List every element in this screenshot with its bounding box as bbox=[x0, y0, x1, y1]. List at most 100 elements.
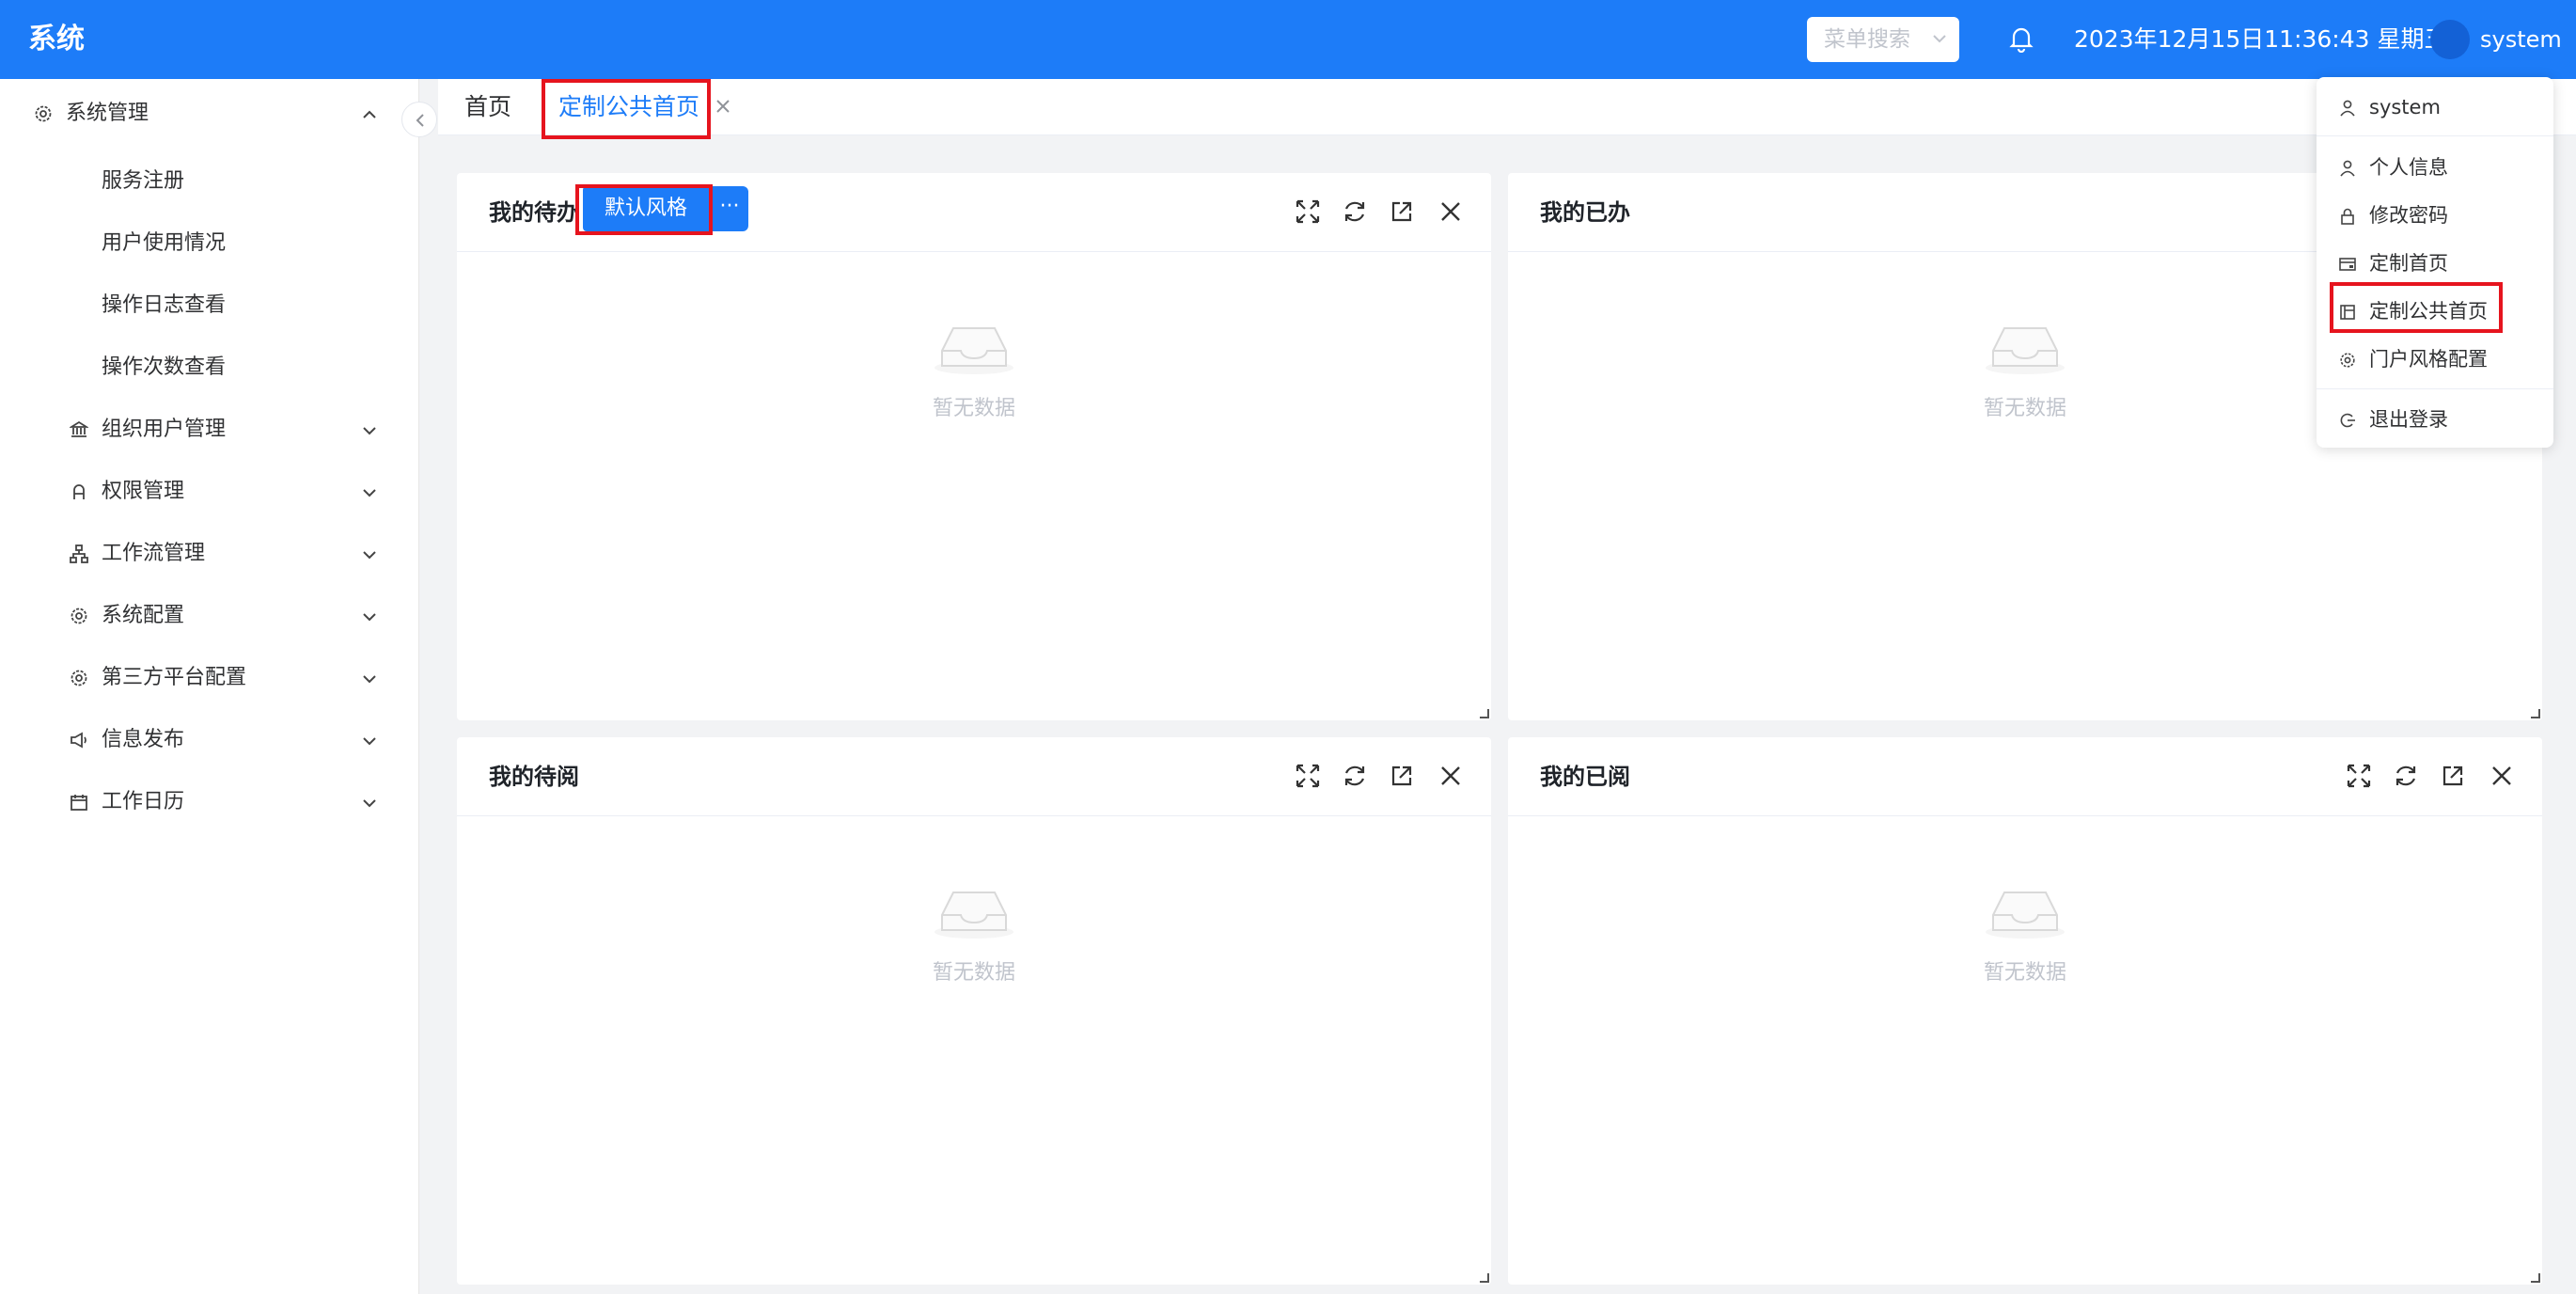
card-title: 我的待办 bbox=[489, 199, 579, 226]
sidebar-item-label: 第三方平台配置 bbox=[102, 666, 247, 689]
sidebar-subitem-service-registry[interactable]: 服务注册 bbox=[0, 153, 419, 210]
menu-item-label: 退出登录 bbox=[2369, 408, 2448, 431]
sidebar-item-label: 信息发布 bbox=[102, 728, 185, 751]
sidebar-item-label: 服务注册 bbox=[102, 169, 185, 193]
close-icon[interactable] bbox=[2490, 764, 2514, 788]
sidebar-subitem-operation-log[interactable]: 操作日志查看 bbox=[0, 277, 419, 334]
refresh-icon[interactable] bbox=[2394, 764, 2418, 788]
chevron-down-icon bbox=[361, 795, 378, 812]
sidebar-item-third-party-config[interactable]: 第三方平台配置 bbox=[0, 650, 419, 706]
highlight-box bbox=[2330, 282, 2503, 333]
more-button[interactable]: ··· bbox=[711, 186, 748, 231]
card-icon bbox=[2339, 256, 2356, 273]
refresh-icon[interactable] bbox=[1343, 764, 1367, 788]
sidebar-item-label: 系统管理 bbox=[66, 102, 149, 125]
resize-handle[interactable] bbox=[1480, 1273, 1489, 1283]
chevron-down-icon bbox=[361, 484, 378, 501]
sidebar-item-permissions[interactable]: 权限管理 bbox=[0, 464, 419, 520]
tab-home[interactable]: 首页 bbox=[464, 79, 511, 135]
sidebar-item-workflow[interactable]: 工作流管理 bbox=[0, 526, 419, 582]
chevron-down-icon bbox=[361, 546, 378, 563]
person-icon bbox=[2339, 160, 2356, 177]
empty-text: 暂无数据 bbox=[932, 397, 1015, 420]
card-header: 我的已阅 bbox=[1508, 737, 2542, 816]
chevron-down-icon bbox=[361, 422, 378, 439]
empty-inbox-icon bbox=[933, 319, 1015, 375]
open-external-icon[interactable] bbox=[1390, 199, 1414, 224]
avatar[interactable] bbox=[2430, 20, 2470, 59]
chevron-down-icon bbox=[361, 671, 378, 687]
tab-bar: 首页 定制公共首页 bbox=[438, 79, 2576, 135]
menu-item-logout[interactable]: 退出登录 bbox=[2317, 397, 2553, 442]
sidebar-item-org-users[interactable]: 组织用户管理 bbox=[0, 402, 419, 458]
sidebar-item-label: 操作日志查看 bbox=[102, 293, 227, 317]
gear-icon bbox=[70, 607, 88, 625]
megaphone-icon bbox=[70, 731, 88, 750]
menu-item-custom-home[interactable]: 定制首页 bbox=[2317, 241, 2553, 286]
card-my-read: 我的已阅 暂无数据 bbox=[1508, 737, 2542, 1285]
open-external-icon[interactable] bbox=[2441, 764, 2465, 788]
close-icon[interactable] bbox=[715, 98, 731, 115]
sidebar-item-label: 用户使用情况 bbox=[102, 231, 227, 255]
close-icon[interactable] bbox=[1438, 199, 1463, 224]
card-toolbar bbox=[1296, 199, 1465, 226]
sidebar-item-label: 组织用户管理 bbox=[102, 418, 227, 441]
lock-icon bbox=[2339, 208, 2356, 225]
menu-divider bbox=[2317, 388, 2553, 389]
card-title: 我的已办 bbox=[1540, 199, 1630, 226]
menu-divider bbox=[2317, 135, 2553, 136]
sidebar-item-label: 工作流管理 bbox=[102, 542, 206, 565]
menu-item-label: 门户风格配置 bbox=[2369, 348, 2488, 371]
resize-handle[interactable] bbox=[2531, 709, 2540, 718]
sidebar-item-label: 系统配置 bbox=[102, 604, 185, 627]
gear-icon bbox=[70, 669, 88, 687]
card-title: 我的已阅 bbox=[1540, 764, 1630, 790]
gear-icon bbox=[34, 104, 53, 123]
menu-item-label: 修改密码 bbox=[2369, 204, 2448, 227]
card-title: 我的待阅 bbox=[489, 764, 579, 790]
user-dropdown-menu: system 个人信息 修改密码 定制首页 定制公共首页 门户风格配置 退出登录 bbox=[2317, 77, 2553, 448]
sidebar-item-system-config[interactable]: 系统配置 bbox=[0, 588, 419, 644]
sidebar-subitem-user-usage[interactable]: 用户使用情况 bbox=[0, 215, 419, 272]
menu-search-select[interactable]: 菜单搜索 bbox=[1807, 17, 1959, 62]
highlight-box bbox=[542, 79, 711, 139]
chevron-down-icon bbox=[361, 733, 378, 750]
menu-item-label: system bbox=[2369, 96, 2441, 118]
empty-inbox-icon bbox=[1984, 319, 2066, 375]
bank-icon bbox=[70, 420, 88, 439]
menu-item-system[interactable]: system bbox=[2317, 85, 2553, 130]
sidebar-item-system-management[interactable]: 系统管理 bbox=[0, 86, 419, 142]
card-header: 我的待阅 bbox=[457, 737, 1491, 816]
flow-icon bbox=[70, 544, 88, 563]
menu-item-profile[interactable]: 个人信息 bbox=[2317, 145, 2553, 190]
refresh-icon[interactable] bbox=[1343, 199, 1367, 224]
fullscreen-icon[interactable] bbox=[1296, 764, 1320, 788]
user-icon bbox=[2339, 100, 2356, 117]
sidebar-item-label: 权限管理 bbox=[102, 480, 185, 503]
chevron-down-icon bbox=[1931, 30, 1948, 47]
sidebar-collapse-button[interactable] bbox=[401, 102, 437, 137]
close-icon[interactable] bbox=[1438, 764, 1463, 788]
sidebar-item-label: 操作次数查看 bbox=[102, 355, 227, 379]
card-my-to-read: 我的待阅 暂无数据 bbox=[457, 737, 1491, 1285]
user-key-icon bbox=[70, 482, 88, 501]
open-external-icon[interactable] bbox=[1390, 764, 1414, 788]
sidebar: 系统管理 服务注册 用户使用情况 操作日志查看 操作次数查看 组织用户管理 权限… bbox=[0, 79, 419, 1294]
highlight-box bbox=[575, 184, 713, 235]
fullscreen-icon[interactable] bbox=[2347, 764, 2371, 788]
resize-handle[interactable] bbox=[2531, 1273, 2540, 1283]
fullscreen-icon[interactable] bbox=[1296, 199, 1320, 224]
sidebar-subitem-operation-count[interactable]: 操作次数查看 bbox=[0, 339, 419, 396]
menu-item-change-password[interactable]: 修改密码 bbox=[2317, 193, 2553, 238]
sidebar-item-work-calendar[interactable]: 工作日历 bbox=[0, 774, 419, 830]
bell-icon[interactable] bbox=[2009, 24, 2034, 53]
header-username[interactable]: system bbox=[2480, 21, 2562, 58]
calendar-icon bbox=[70, 793, 88, 812]
resize-handle[interactable] bbox=[1480, 709, 1489, 718]
chevron-down-icon bbox=[361, 608, 378, 625]
sidebar-item-label: 工作日历 bbox=[102, 790, 185, 813]
empty-inbox-icon bbox=[1984, 883, 2066, 939]
menu-item-portal-style-config[interactable]: 门户风格配置 bbox=[2317, 337, 2553, 382]
sidebar-item-info-publish[interactable]: 信息发布 bbox=[0, 712, 419, 768]
menu-item-label: 个人信息 bbox=[2369, 156, 2448, 179]
